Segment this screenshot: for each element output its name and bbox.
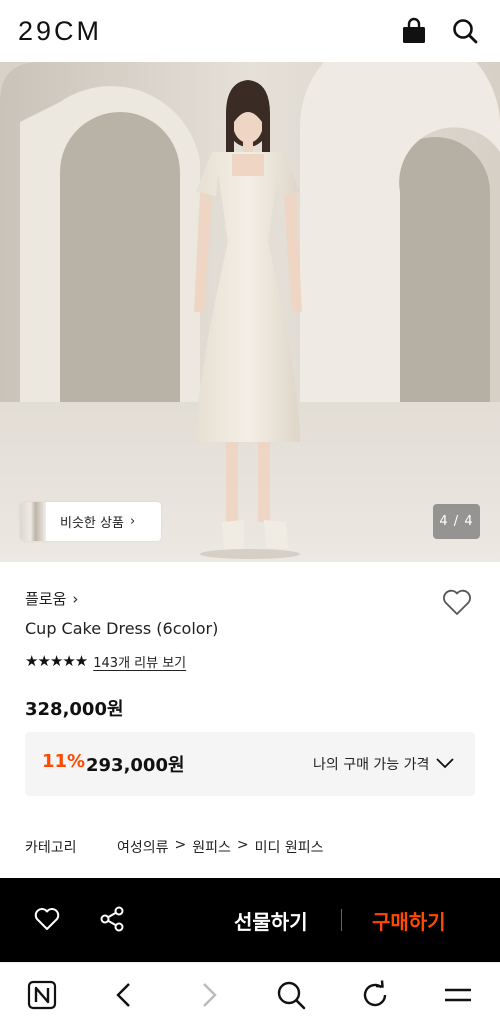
product-photo (0, 62, 500, 562)
rating-stars: ★★★★★ (25, 652, 88, 670)
similar-thumbnail (20, 502, 46, 541)
category-breadcrumb: 카테고리 여성의류 > 원피스 > 미디 원피스 (25, 837, 324, 857)
category-item[interactable]: 여성의류 (117, 837, 169, 857)
review-link[interactable]: 143개 리뷰 보기 (93, 652, 186, 671)
category-item[interactable]: 미디 원피스 (255, 837, 324, 857)
app-header: 29CM (0, 0, 500, 62)
similar-products-label: 비슷한 상품 (60, 516, 124, 531)
chevron-right-icon: › (72, 589, 79, 608)
my-price-label: 나의 구매 가능 가격 (313, 757, 430, 773)
heart-icon[interactable] (33, 906, 61, 932)
my-price-box[interactable]: 11% 293,000원 나의 구매 가능 가격 (25, 732, 475, 796)
share-icon[interactable] (98, 905, 126, 933)
purchase-action-bar: 선물하기 구매하기 (0, 878, 500, 962)
rating-row: ★★★★★ 143개 리뷰 보기 (25, 651, 186, 671)
product-image[interactable] (0, 62, 500, 562)
shopping-bag-icon[interactable] (400, 17, 428, 45)
menu-icon[interactable] (442, 979, 474, 1011)
divider (341, 909, 342, 931)
original-price: 328,000원 (25, 699, 124, 720)
forward-icon[interactable] (192, 979, 224, 1011)
wishlist-heart-icon[interactable] (441, 587, 473, 617)
brand-link[interactable]: 플로움 › (25, 588, 78, 609)
logo[interactable]: 29CM (18, 16, 102, 47)
category-label: 카테고리 (25, 840, 77, 856)
search-icon[interactable] (275, 979, 307, 1011)
chevron-down-icon[interactable] (435, 756, 455, 770)
refresh-icon[interactable] (359, 979, 391, 1011)
search-icon[interactable] (451, 17, 479, 45)
image-counter: 4 / 4 (433, 504, 480, 539)
sale-price: 293,000원 (86, 755, 185, 776)
chevron-right-icon: › (129, 514, 136, 529)
back-icon[interactable] (109, 979, 141, 1011)
buy-button[interactable]: 구매하기 (372, 906, 446, 935)
breadcrumb-separator: > (174, 837, 187, 853)
breadcrumb-separator: > (236, 837, 249, 853)
naver-home-icon[interactable] (26, 979, 58, 1011)
gift-button[interactable]: 선물하기 (234, 906, 308, 935)
brand-name: 플로움 (25, 590, 67, 608)
category-item[interactable]: 원피스 (192, 837, 231, 857)
discount-rate: 11% (42, 751, 86, 772)
browser-toolbar (0, 962, 500, 1024)
product-title: Cup Cake Dress (6color) (25, 619, 219, 638)
similar-products-button[interactable]: 비슷한 상품 › (20, 502, 161, 541)
